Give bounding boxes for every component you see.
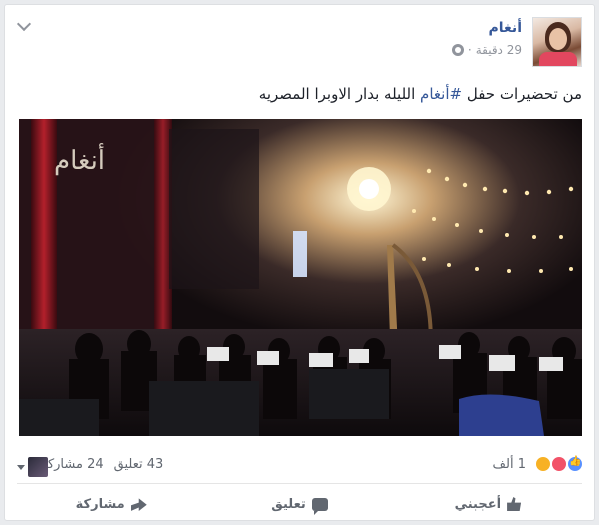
share-as-selector[interactable] <box>17 457 48 477</box>
reactions-summary[interactable]: 1 ألف <box>493 455 584 473</box>
meta-separator: · <box>467 43 472 57</box>
share-button[interactable]: مشاركة <box>17 491 205 517</box>
like-reaction-icon <box>566 455 584 473</box>
post-actions: أعجبني تعليق مشاركة <box>17 491 582 517</box>
comment-button[interactable]: تعليق <box>205 491 393 517</box>
post-header: أنغام 29 دقيقة · <box>22 17 582 73</box>
post-time[interactable]: 29 دقيقة <box>476 43 522 57</box>
divider <box>17 483 582 484</box>
author-name[interactable]: أنغام <box>489 20 522 36</box>
post-meta: 29 دقيقة · <box>451 43 522 57</box>
reaction-count[interactable]: 1 ألف <box>493 457 526 472</box>
photo-logo-text: أنغام <box>54 142 105 176</box>
share-avatar <box>28 457 48 477</box>
engagement-counts: 43 تعليق 24 مشاركة <box>41 457 163 472</box>
post-text: من تحضيرات حفل #أنغام الليله بدار الاوبر… <box>259 85 582 103</box>
post-card: أنغام 29 دقيقة · من تحضيرات حفل #أنغام ا… <box>4 4 595 521</box>
post-text-before: من تحضيرات حفل <box>462 85 582 103</box>
concert-stage-image: أنغام <box>19 119 582 436</box>
like-button[interactable]: أعجبني <box>394 491 582 517</box>
share-label: مشاركة <box>75 496 125 512</box>
comment-count[interactable]: 43 تعليق <box>114 457 164 472</box>
share-arrow-icon <box>130 498 147 511</box>
hashtag-link[interactable]: #أنغام <box>420 85 462 103</box>
post-photo[interactable]: أنغام <box>19 119 582 436</box>
love-reaction-icon <box>550 455 568 473</box>
thumbs-up-icon <box>507 497 522 511</box>
post-stats: 1 ألف 43 تعليق 24 مشاركة <box>5 451 596 481</box>
comment-label: تعليق <box>271 496 306 512</box>
share-count[interactable]: 24 مشاركة <box>41 457 104 472</box>
globe-icon <box>451 44 464 56</box>
comment-bubble-icon <box>311 497 328 515</box>
post-text-after: الليله بدار الاوبرا المصريه <box>258 85 421 103</box>
author-avatar[interactable] <box>532 17 582 67</box>
like-label: أعجبني <box>454 496 502 512</box>
dropdown-caret-icon <box>17 464 25 470</box>
sad-reaction-icon <box>534 455 552 473</box>
